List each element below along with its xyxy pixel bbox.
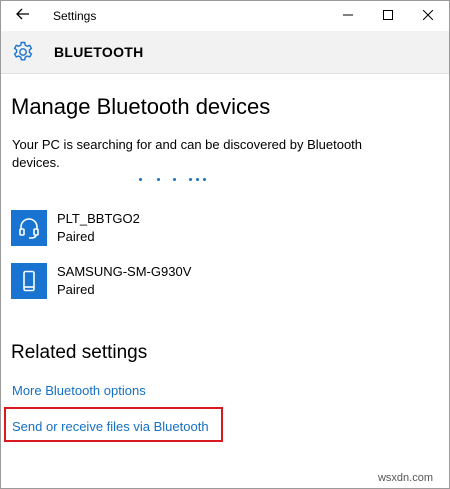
search-status-text: Your PC is searching for and can be disc…: [12, 137, 363, 170]
device-status: Paired: [57, 282, 95, 297]
device-name: SAMSUNG-SM-G930V: [57, 264, 192, 279]
close-icon: [422, 7, 434, 25]
app-title: Settings: [53, 9, 97, 23]
back-button[interactable]: [7, 3, 39, 29]
device-item-samsung-sm-g930v[interactable]: SAMSUNG-SM-G930V Paired: [11, 263, 391, 303]
device-name: PLT_BBTGO2: [57, 211, 140, 226]
progress-dot: [157, 178, 160, 181]
page-title: Manage Bluetooth devices: [11, 94, 271, 119]
phone-icon: [11, 263, 47, 299]
device-item-plt-bbtgo2[interactable]: PLT_BBTGO2 Paired: [11, 210, 391, 250]
back-arrow-icon: [16, 7, 30, 25]
progress-dot: [203, 178, 206, 181]
progress-dot: [173, 178, 176, 181]
more-bluetooth-options-link[interactable]: More Bluetooth options: [12, 383, 146, 398]
progress-dot: [196, 178, 199, 181]
progress-dot: [139, 178, 142, 181]
headset-icon: [11, 210, 47, 246]
title-bar: Settings: [1, 1, 449, 31]
watermark: wsxdn.com: [377, 472, 433, 484]
maximize-icon: [383, 7, 393, 25]
settings-window: Settings BLUETOOTH Manage Bluetooth devi…: [0, 0, 450, 489]
gear-icon: [11, 40, 35, 64]
close-button[interactable]: [405, 1, 449, 31]
page-header: BLUETOOTH: [1, 31, 449, 74]
searching-progress-dots: [1, 175, 449, 185]
progress-dot: [189, 178, 192, 181]
related-settings-title: Related settings: [11, 342, 148, 363]
highlight-box: [4, 407, 223, 442]
header-title: BLUETOOTH: [54, 44, 144, 60]
minimize-icon: [343, 7, 353, 25]
device-status: Paired: [57, 229, 95, 244]
